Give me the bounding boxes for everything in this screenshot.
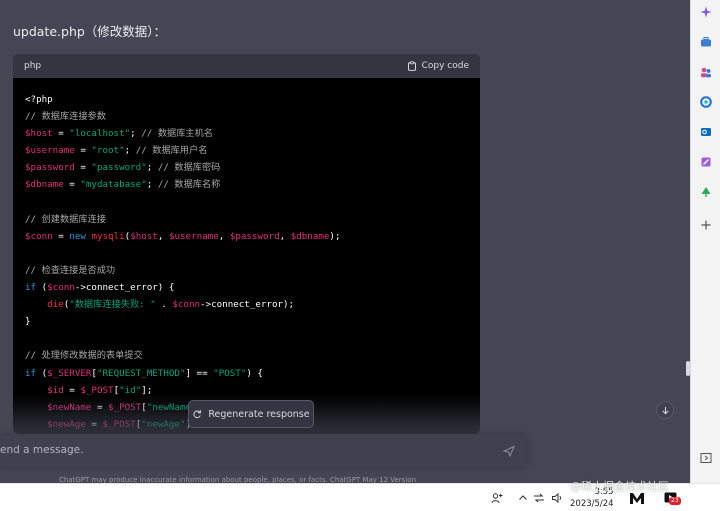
message-input[interactable]: end a message.	[0, 435, 526, 467]
code-line: $host = "localhost"; // 数据库主机名	[25, 128, 213, 140]
browser-sidebar	[690, 0, 720, 483]
add-icon[interactable]	[700, 219, 712, 231]
user-presence-icon[interactable]	[490, 491, 504, 505]
copilot-icon[interactable]	[700, 96, 712, 108]
code-line: // 处理修改数据的表单提交	[25, 350, 143, 362]
code-language-label: php	[24, 61, 42, 71]
people-icon[interactable]	[700, 66, 712, 78]
briefcase-icon[interactable]	[700, 36, 712, 48]
tools-icon[interactable]	[700, 156, 712, 168]
code-line: if ($conn->connect_error) {	[25, 282, 175, 294]
regenerate-label: Regenerate response	[208, 408, 310, 420]
chevron-up-icon[interactable]	[517, 491, 529, 505]
code-line: $username = "root"; // 数据库用户名	[25, 145, 208, 157]
watermark-text: @稀土掘金技术社区	[570, 480, 669, 493]
paper-plane-icon[interactable]	[503, 445, 515, 457]
code-content: <?php // 数据库连接参数 $host = "localhost"; // 数…	[13, 78, 480, 433]
code-line: <?php	[25, 94, 53, 105]
volume-icon[interactable]	[550, 491, 564, 505]
scroll-down-button[interactable]	[656, 401, 674, 419]
notification-badge: 23	[669, 497, 681, 505]
clipboard-icon	[407, 61, 416, 71]
code-line: // 检查连接是否成功	[25, 264, 116, 276]
copy-code-button[interactable]: Copy code	[407, 61, 469, 71]
code-line: die("数据库连接失败: " . $conn->connect_error);	[47, 299, 295, 311]
code-line: // 创建数据库连接	[25, 213, 106, 225]
tree-icon[interactable]	[700, 186, 712, 198]
code-line: $conn = new mysqli($host, $username, $pa…	[25, 230, 341, 242]
message-heading: update.php（修改数据）：	[13, 24, 167, 39]
message-input-placeholder: end a message.	[0, 444, 84, 456]
code-block: php Copy code <?php // 数据库连接参数 $host = "lo…	[13, 54, 480, 434]
code-line: $password = "password"; // 数据库密码	[25, 162, 221, 174]
code-line: ​	[25, 330, 480, 347]
outlook-icon[interactable]	[700, 126, 712, 138]
clock-date: 2023/5/24	[570, 499, 614, 509]
code-header: php Copy code	[13, 54, 480, 78]
code-line: $id = $_POST["id"];	[47, 384, 153, 396]
sparkle-icon[interactable]	[700, 6, 712, 18]
chat-area: update.php（修改数据）： php Copy code <?php // …	[0, 0, 690, 484]
code-line: // 数据库连接参数	[25, 111, 106, 123]
code-line: if ($_SERVER["REQUEST_METHOD"] == "POST"…	[25, 367, 263, 379]
network-icon[interactable]	[532, 491, 546, 505]
code-line: }	[25, 316, 31, 328]
refresh-icon	[193, 410, 202, 419]
sidebar-toggle-icon[interactable]	[700, 452, 712, 464]
code-line: $dbname = "mydatabase"; // 数据库名称	[25, 179, 221, 191]
code-line: ​	[25, 245, 480, 262]
regenerate-response-button[interactable]: Regenerate response	[188, 400, 314, 428]
arrow-down-icon	[661, 406, 669, 414]
code-line: ​	[25, 194, 480, 211]
copy-code-label: Copy code	[421, 61, 469, 71]
